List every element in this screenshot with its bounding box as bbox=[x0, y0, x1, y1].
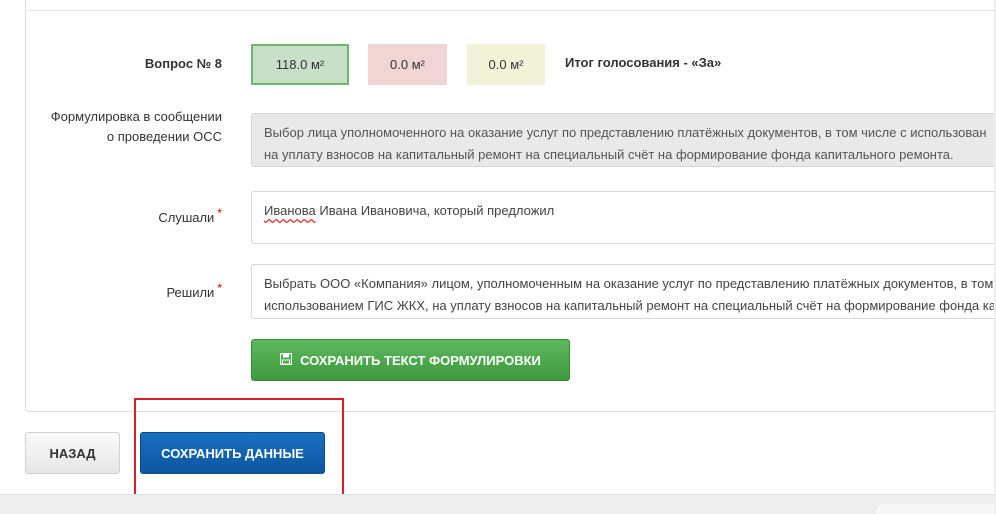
save-wording-label: СОХРАНИТЬ ТЕКСТ ФОРМУЛИРОВКИ bbox=[300, 352, 541, 368]
divider bbox=[25, 10, 996, 11]
wording-label: Формулировка в сообщении о проведении ОС… bbox=[50, 109, 222, 144]
back-button[interactable]: НАЗАД bbox=[25, 432, 120, 474]
footer-bump bbox=[876, 504, 996, 514]
wording-line-2: на уплату взносов на капитальный ремонт … bbox=[264, 147, 954, 162]
save-wording-button[interactable]: СОХРАНИТЬ ТЕКСТ ФОРМУЛИРОВКИ bbox=[251, 339, 570, 381]
decided-textarea[interactable]: Выбрать ООО «Компания» лицом, уполномоче… bbox=[251, 264, 996, 319]
vote-yes-badge: 118.0 м² bbox=[251, 44, 349, 85]
footer-bar bbox=[0, 494, 996, 514]
required-marker: * bbox=[217, 206, 222, 220]
wording-line-1: Выбор лица уполномоченного на оказание у… bbox=[264, 125, 987, 140]
wording-field: Выбор лица уполномоченного на оказание у… bbox=[251, 113, 996, 167]
heard-textarea[interactable]: Иванова Ивана Ивановича, который предлож… bbox=[251, 191, 996, 244]
heard-label: Слушали * bbox=[158, 206, 222, 228]
decided-label-text: Решили bbox=[166, 285, 215, 300]
decided-line-2: использованием ГИС ЖКХ, на уплату взносо… bbox=[264, 298, 996, 313]
question-number: Вопрос № 8 bbox=[144, 56, 222, 71]
vote-no-badge: 0.0 м² bbox=[368, 44, 447, 85]
heard-label-text: Слушали bbox=[158, 210, 215, 225]
floppy-disk-icon bbox=[280, 352, 293, 368]
vote-abstain-badge: 0.0 м² bbox=[467, 44, 545, 85]
vote-result: Итог голосования - «За» bbox=[565, 55, 722, 70]
decided-label: Решили * bbox=[166, 281, 222, 303]
heard-value-underlined: Иванова bbox=[264, 203, 316, 218]
decided-line-1: Выбрать ООО «Компания» лицом, уполномоче… bbox=[264, 276, 994, 291]
highlight-annotation bbox=[134, 398, 344, 501]
required-marker: * bbox=[217, 281, 222, 295]
heard-value-rest: Ивана Ивановича, который предложил bbox=[315, 203, 555, 218]
